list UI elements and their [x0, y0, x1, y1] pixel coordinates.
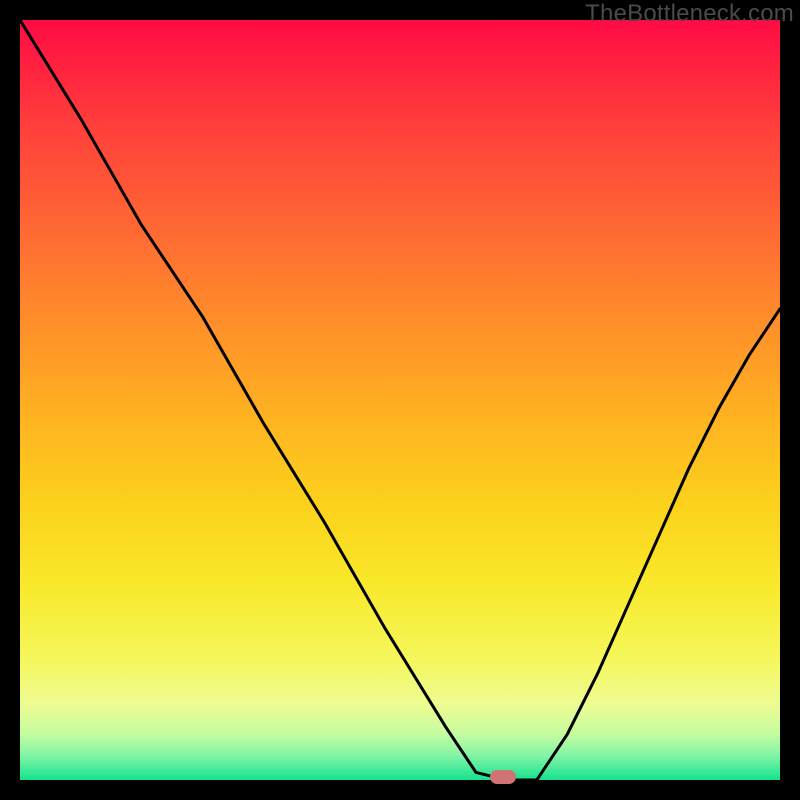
- gradient-plot-area: [20, 20, 780, 780]
- chart-frame: TheBottleneck.com: [0, 0, 800, 800]
- optimal-point-marker: [490, 770, 516, 784]
- curve-path: [20, 20, 780, 780]
- watermark-text: TheBottleneck.com: [585, 0, 794, 28]
- bottleneck-curve: [20, 20, 780, 780]
